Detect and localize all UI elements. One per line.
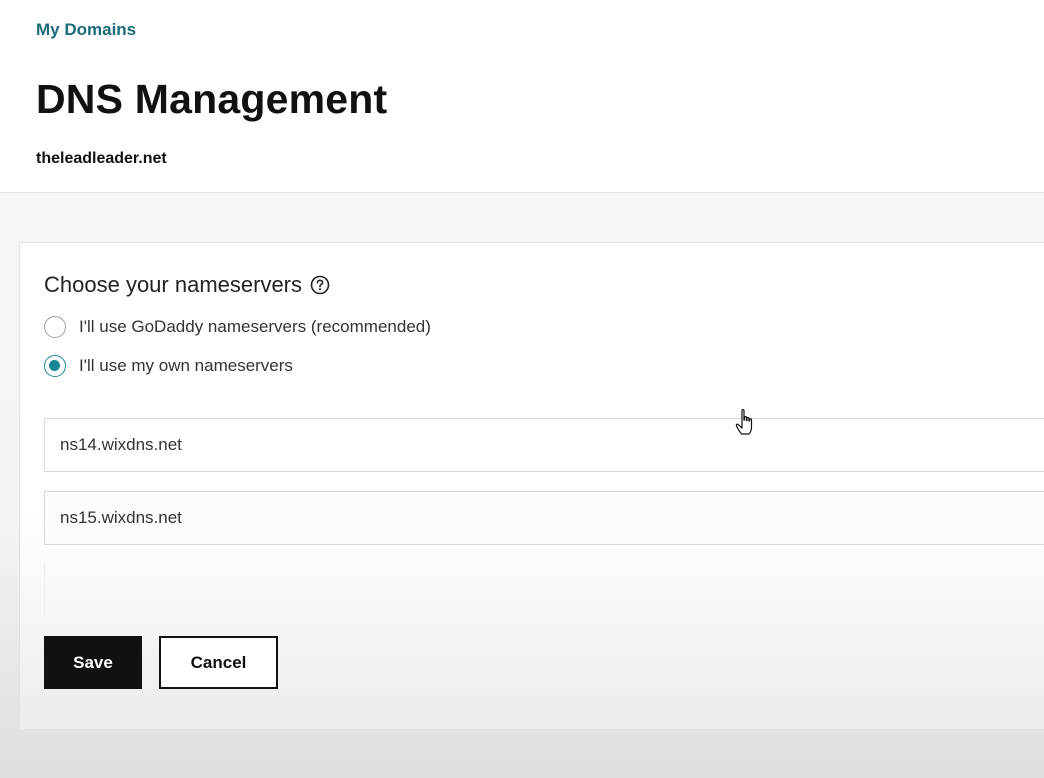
question-circle-icon[interactable] bbox=[310, 275, 330, 295]
breadcrumb-my-domains[interactable]: My Domains bbox=[36, 20, 136, 40]
radio-label-own: I'll use my own nameservers bbox=[79, 356, 293, 375]
nameservers-section-title: Choose your nameservers bbox=[44, 272, 330, 298]
radio-label-godaddy: I'll use GoDaddy nameservers (recommende… bbox=[79, 317, 431, 336]
radio-button-checked[interactable] bbox=[44, 355, 66, 377]
nameserver-1-input[interactable] bbox=[44, 418, 1044, 472]
radio-button-unchecked[interactable] bbox=[44, 316, 66, 338]
add-nameserver-area bbox=[44, 563, 1044, 617]
nameserver-2-input[interactable] bbox=[44, 491, 1044, 545]
radio-option-godaddy-nameservers[interactable]: I'll use GoDaddy nameservers (recommende… bbox=[44, 316, 431, 338]
save-button[interactable]: Save bbox=[44, 636, 142, 689]
radio-option-own-nameservers[interactable]: I'll use my own nameservers bbox=[44, 355, 293, 377]
page-title: DNS Management bbox=[36, 76, 388, 122]
page-header: My Domains DNS Management theleadleader.… bbox=[0, 0, 1044, 193]
section-title-text: Choose your nameservers bbox=[44, 272, 303, 297]
cancel-button[interactable]: Cancel bbox=[159, 636, 278, 689]
domain-name: theleadleader.net bbox=[36, 150, 167, 167]
